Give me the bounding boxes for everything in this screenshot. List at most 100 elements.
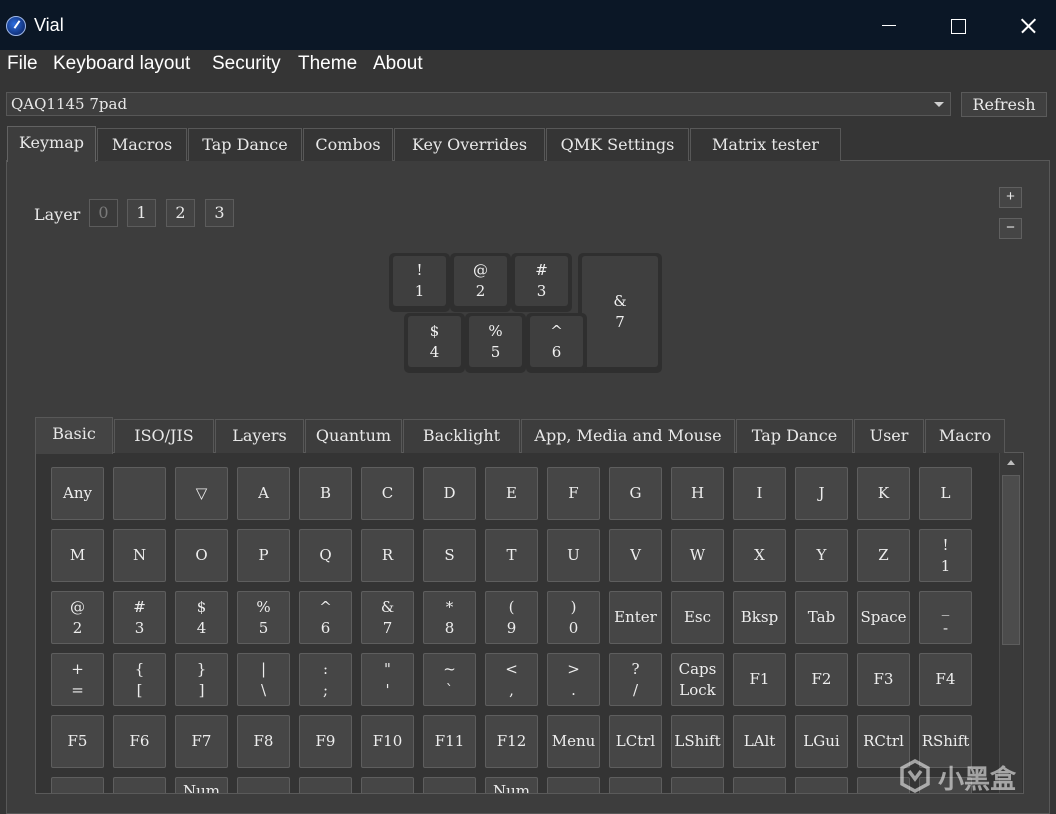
keycode-button[interactable]: }] <box>175 653 228 706</box>
keycode-button[interactable] <box>51 777 104 793</box>
keycode-button[interactable]: ▽ <box>175 467 228 520</box>
keycode-button[interactable]: Enter <box>609 591 662 644</box>
keycode-tab-user[interactable]: User <box>854 419 924 453</box>
keycode-tab-layers[interactable]: Layers <box>215 419 304 453</box>
keycode-button[interactable]: ! 1 <box>919 529 972 582</box>
keycode-button[interactable]: T <box>485 529 538 582</box>
keycode-button[interactable]: E <box>485 467 538 520</box>
preview-key-3[interactable]: #3 <box>511 253 572 312</box>
keycode-button[interactable]: Num <box>175 777 228 793</box>
keycode-button[interactable]: ? / <box>609 653 662 706</box>
preview-key-2[interactable]: @2 <box>450 253 511 312</box>
layer-3-button[interactable]: 3 <box>205 199 234 227</box>
keycode-button[interactable]: F12 <box>485 715 538 768</box>
keycode-button[interactable]: D <box>423 467 476 520</box>
minimize-icon[interactable] <box>874 12 902 40</box>
keycode-button[interactable] <box>423 777 476 793</box>
scrollbar-thumb[interactable] <box>1002 475 1020 645</box>
keycode-button[interactable]: ~ ` <box>423 653 476 706</box>
keycode-button[interactable]: X <box>733 529 786 582</box>
keycode-button[interactable]: Num <box>485 777 538 793</box>
keycode-button[interactable]: O <box>175 529 228 582</box>
keycode-button[interactable]: F3 <box>857 653 910 706</box>
menu-theme[interactable]: Theme <box>298 53 357 75</box>
preview-key-5[interactable]: % 5 <box>465 313 526 373</box>
keycode-tab-basic[interactable]: Basic <box>35 417 113 454</box>
keycode-button[interactable]: M <box>51 529 104 582</box>
keycode-button[interactable] <box>609 777 662 793</box>
keycode-tab-quantum[interactable]: Quantum <box>305 419 402 453</box>
keycode-tab-macro[interactable]: Macro <box>925 419 1005 453</box>
keycode-button[interactable]: Any <box>51 467 104 520</box>
keycode-button[interactable]: " ' <box>361 653 414 706</box>
keycode-button[interactable]: F9 <box>299 715 352 768</box>
keycode-button[interactable]: LGui <box>795 715 848 768</box>
keycode-button[interactable]: Y <box>795 529 848 582</box>
keycode-button[interactable]: @2 <box>51 591 104 644</box>
keycode-button[interactable]: I <box>733 467 786 520</box>
keycode-button[interactable]: K <box>857 467 910 520</box>
tab-keymap[interactable]: Keymap <box>7 126 96 162</box>
menu-file[interactable]: File <box>7 53 38 75</box>
refresh-button[interactable]: Refresh <box>961 92 1047 117</box>
keycode-button[interactable]: $4 <box>175 591 228 644</box>
keycode-button[interactable]: ) 0 <box>547 591 600 644</box>
keycode-button[interactable]: G <box>609 467 662 520</box>
keycode-button[interactable]: * 8 <box>423 591 476 644</box>
keycode-button[interactable]: Space <box>857 591 910 644</box>
keycode-button[interactable]: F1 <box>733 653 786 706</box>
keycode-button[interactable] <box>733 777 786 793</box>
keycode-button[interactable]: F <box>547 467 600 520</box>
tab-combos[interactable]: Combos <box>303 128 393 161</box>
keycode-button[interactable]: LShift <box>671 715 724 768</box>
keycode-button[interactable]: {[ <box>113 653 166 706</box>
keycode-button[interactable]: + = <box>51 653 104 706</box>
layer-1-button[interactable]: 1 <box>127 199 156 227</box>
keycode-button[interactable] <box>671 777 724 793</box>
keycode-button[interactable]: Q <box>299 529 352 582</box>
keycode-button[interactable]: U <box>547 529 600 582</box>
preview-key-4[interactable]: $4 <box>404 313 465 373</box>
keycode-button[interactable]: A <box>237 467 290 520</box>
tab-qmk-settings[interactable]: QMK Settings <box>546 128 689 161</box>
keycode-button[interactable]: | \ <box>237 653 290 706</box>
scroll-up-arrow-icon[interactable] <box>1002 455 1020 471</box>
preview-key-6[interactable]: ^ 6 <box>526 313 587 373</box>
tab-tap-dance[interactable]: Tap Dance <box>188 128 302 161</box>
keycode-button[interactable]: ^ 6 <box>299 591 352 644</box>
keycode-scrollbar[interactable] <box>999 453 1022 793</box>
keycode-tab-backlight[interactable]: Backlight <box>403 419 520 453</box>
keycode-button[interactable]: & 7 <box>361 591 414 644</box>
keycode-button[interactable]: J <box>795 467 848 520</box>
keycode-button[interactable]: F4 <box>919 653 972 706</box>
keycode-button[interactable]: C <box>361 467 414 520</box>
keycode-button[interactable] <box>237 777 290 793</box>
device-select[interactable]: QAQ1145 7pad <box>6 92 951 116</box>
preview-key-7[interactable]: & 7 <box>578 253 662 373</box>
keycode-tab-tap-dance[interactable]: Tap Dance <box>736 419 853 453</box>
layer-2-button[interactable]: 2 <box>166 199 195 227</box>
keycode-button[interactable]: LCtrl <box>609 715 662 768</box>
maximize-icon[interactable] <box>943 12 971 40</box>
keycode-button[interactable]: F2 <box>795 653 848 706</box>
tab-key-overrides[interactable]: Key Overrides <box>394 128 545 161</box>
keycode-button[interactable]: S <box>423 529 476 582</box>
keycode-button[interactable]: L <box>919 467 972 520</box>
add-layer-button[interactable]: + <box>999 187 1022 208</box>
keycode-button[interactable]: % 5 <box>237 591 290 644</box>
layer-0-button[interactable]: 0 <box>89 199 118 227</box>
keycode-button[interactable] <box>795 777 848 793</box>
keycode-button[interactable]: Caps Lock <box>671 653 724 706</box>
keycode-button[interactable]: F8 <box>237 715 290 768</box>
tab-matrix-tester[interactable]: Matrix tester <box>690 128 841 161</box>
keycode-button[interactable]: H <box>671 467 724 520</box>
keycode-button[interactable]: F6 <box>113 715 166 768</box>
keycode-button[interactable]: N <box>113 529 166 582</box>
keycode-button[interactable]: Esc <box>671 591 724 644</box>
keycode-button[interactable]: V <box>609 529 662 582</box>
keycode-button[interactable] <box>113 777 166 793</box>
keycode-button[interactable]: F7 <box>175 715 228 768</box>
keycode-button[interactable]: <, <box>485 653 538 706</box>
close-icon[interactable] <box>1014 12 1042 40</box>
preview-key-1[interactable]: ! 1 <box>389 253 450 312</box>
